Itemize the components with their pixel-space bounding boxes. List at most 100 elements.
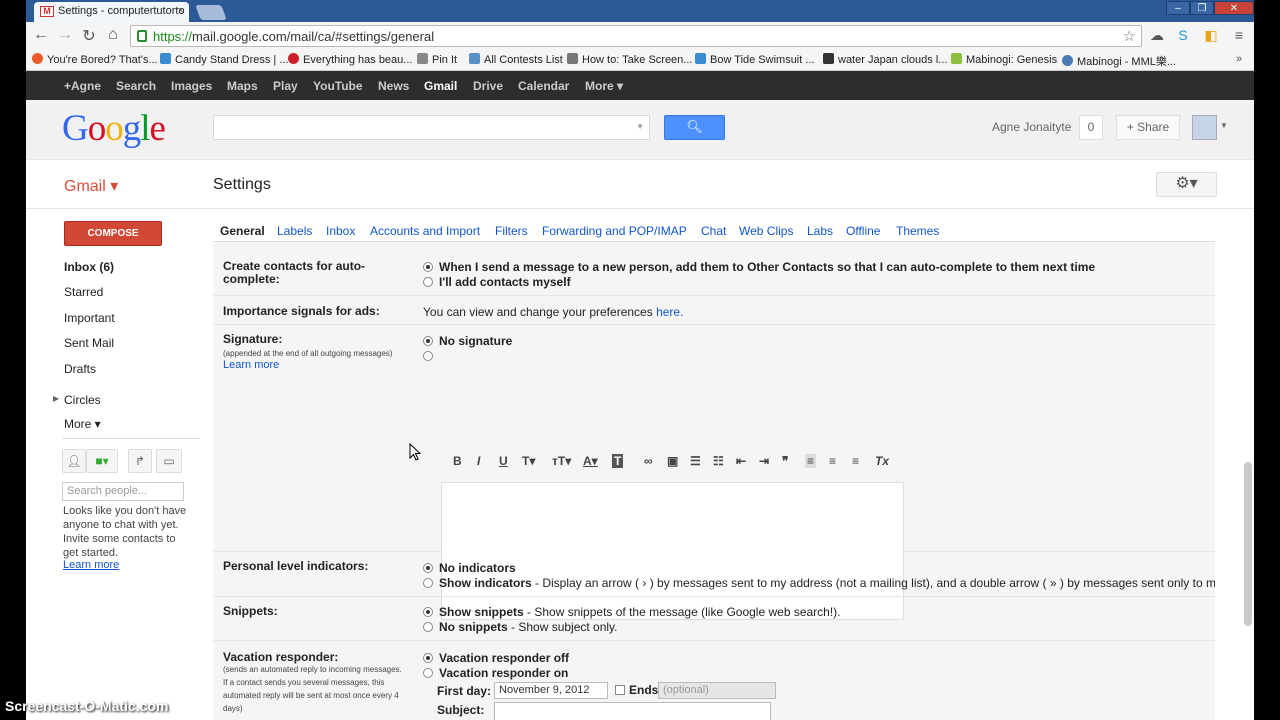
tab-labs[interactable]: Labs [807,224,833,238]
sidebar-item-drafts[interactable]: Drafts [64,362,96,376]
bookmarks-overflow-icon[interactable]: » [1236,53,1242,65]
scrollbar[interactable] [1244,462,1252,626]
search-button[interactable]: 🔍︎ [664,115,725,140]
radio-off-icon[interactable] [423,578,433,588]
sidebar-item-circles[interactable]: Circles [64,393,101,407]
sidebar-item-starred[interactable]: Starred [64,285,103,299]
radio-on-icon[interactable] [423,336,433,346]
search-input[interactable]: ▼ [213,115,650,140]
bookmark-item[interactable]: You're Bored? That's... [32,53,158,66]
align-left-icon[interactable]: ≡ [805,454,817,468]
radio-on-icon[interactable] [423,563,433,573]
no-snippets-option[interactable]: No snippets - Show subject only. [423,620,618,634]
notification-count[interactable]: 0 [1079,115,1103,140]
tab-forwarding[interactable]: Forwarding and POP/IMAP [542,224,687,238]
link-icon[interactable]: ∞ [644,454,653,468]
tab-inbox[interactable]: Inbox [326,224,355,238]
reload-icon[interactable]: ↻ [78,26,100,46]
subject-input[interactable] [494,702,771,720]
show-snippets-option[interactable]: Show snippets - Show snippets of the mes… [423,605,841,619]
tab-offline[interactable]: Offline [846,224,880,238]
ends-option[interactable]: Ends: [615,683,662,697]
bookmark-item[interactable]: Mabinogi: Genesis [951,53,1057,66]
gbar-item[interactable]: Search [116,79,156,93]
no-indicators-option[interactable]: No indicators [423,561,516,575]
vacation-on-option[interactable]: Vacation responder on [423,666,568,680]
bookmark-item[interactable]: How to: Take Screen... [567,53,692,66]
tab-accounts[interactable]: Accounts and Import [370,224,480,238]
expand-triangle-icon[interactable]: ▶ [53,394,59,403]
first-day-input[interactable]: November 9, 2012 [494,682,608,699]
avatar[interactable] [1192,115,1217,140]
numbered-list-icon[interactable]: ☰ [690,454,701,468]
importance-here-link[interactable]: here. [656,305,683,319]
underline-icon[interactable]: U [499,454,508,468]
create-contacts-opt1[interactable]: When I send a message to a new person, a… [423,260,1095,274]
radio-off-icon[interactable] [423,351,433,361]
bold-icon[interactable]: B [453,454,462,468]
address-bar[interactable]: https://mail.google.com/mail/ca/#setting… [130,25,1142,47]
remove-format-icon[interactable]: Tx [875,454,889,468]
bulleted-list-icon[interactable]: ☷ [713,454,724,468]
menu-icon[interactable]: ≡ [1230,27,1248,45]
video-icon[interactable]: ■▾ [86,449,118,473]
indent-more-icon[interactable]: ⇥ [759,454,769,468]
bookmark-item[interactable]: Everything has beau... [288,53,412,66]
image-icon[interactable]: ▣ [667,454,678,468]
gbar-item[interactable]: Drive [473,79,503,93]
align-right-icon[interactable]: ≡ [852,454,859,468]
font-icon[interactable]: T▾ [522,454,535,468]
create-contacts-opt2[interactable]: I'll add contacts myself [423,275,571,289]
tab-filters[interactable]: Filters [495,224,528,238]
compose-button[interactable]: COMPOSE [64,221,162,246]
font-size-icon[interactable]: ᴛT▾ [552,454,571,468]
skype-icon[interactable]: S [1174,27,1192,45]
bookmark-item[interactable]: water Japan clouds l... [823,53,947,66]
minimize-icon[interactable]: – [1166,1,1190,15]
highlight-color-icon[interactable]: T [612,454,624,468]
bookmark-item[interactable]: Candy Stand Dress | ... [160,53,289,66]
no-signature-option[interactable]: No signature [423,334,512,348]
google-logo[interactable]: Google [62,107,166,150]
back-icon[interactable]: ← [30,26,52,44]
forward-icon[interactable]: → [54,26,76,44]
indent-less-icon[interactable]: ⇤ [736,454,746,468]
radio-off-icon[interactable] [423,668,433,678]
dropdown-arrow-icon[interactable]: ▼ [636,122,644,131]
gbar-item[interactable]: Play [273,79,298,93]
gear-icon[interactable]: ⚙▾ [1156,172,1217,197]
gbar-item[interactable]: Maps [227,79,258,93]
cloud-icon[interactable]: ☁ [1148,27,1166,45]
radio-off-icon[interactable] [423,622,433,632]
bookmark-item[interactable]: Pin It [417,53,457,66]
tab-general[interactable]: General [220,224,265,238]
bookmark-star-icon[interactable]: ☆ [1123,27,1136,45]
people-search-input[interactable]: Search people... [62,482,184,501]
browser-tab[interactable]: M Settings - computertutorto × [34,2,189,22]
tab-labels[interactable]: Labels [277,224,312,238]
quote-icon[interactable]: ❞ [782,454,788,468]
radio-on-icon[interactable] [423,653,433,663]
chat-learn-more-link[interactable]: Learn more [63,559,119,571]
tab-web-clips[interactable]: Web Clips [739,224,793,238]
radio-off-icon[interactable] [423,277,433,287]
sidebar-item-important[interactable]: Important [64,311,115,325]
chevron-down-icon[interactable]: ▼ [1220,121,1228,130]
show-indicators-option[interactable]: Show indicators - Display an arrow ( › )… [423,576,1215,590]
signature-learn-more-link[interactable]: Learn more [223,359,279,372]
tab-chat[interactable]: Chat [701,224,726,238]
vacation-off-option[interactable]: Vacation responder off [423,651,569,665]
custom-signature-option[interactable] [423,349,439,363]
sidebar-item-inbox[interactable]: Inbox (6) [64,260,114,274]
sidebar-item-sent[interactable]: Sent Mail [64,336,114,350]
gbar-item[interactable]: +Agne [64,79,101,93]
align-center-icon[interactable]: ≡ [829,454,836,468]
restore-icon[interactable]: ❐ [1190,1,1214,15]
phone-icon[interactable]: ↱ [128,449,152,473]
ends-input[interactable]: (optional) [658,682,776,699]
gbar-item-gmail[interactable]: Gmail [424,79,457,93]
close-window-icon[interactable]: ✕ [1214,1,1254,15]
gbar-item[interactable]: YouTube [313,79,363,93]
new-tab-button[interactable] [195,5,227,20]
home-icon[interactable]: ⌂ [102,26,124,44]
